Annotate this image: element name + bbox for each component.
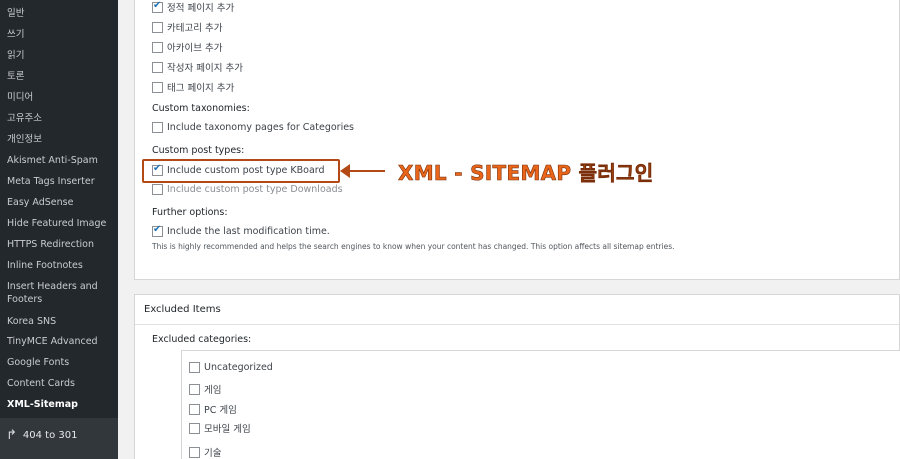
sidebar-item-content-cards[interactable]: Content Cards — [0, 378, 118, 390]
excluded-category-label: Uncategorized — [204, 362, 273, 373]
option-static-pages[interactable]: 정적 페이지 추가 — [152, 0, 234, 14]
sidebar-item-akismet[interactable]: Akismet Anti-Spam — [0, 155, 118, 167]
checkbox-excluded-mobile-game[interactable] — [189, 422, 200, 434]
custom-post-types-label: Custom post types: — [152, 145, 245, 156]
excluded-items-title: Excluded Items — [144, 304, 221, 315]
sidebar-item-hide-featured-image[interactable]: Hide Featured Image — [0, 218, 118, 230]
option-tag-pages[interactable]: 태그 페이지 추가 — [152, 80, 234, 94]
sidebar-item-xml-sitemap[interactable]: XML-Sitemap — [0, 399, 118, 411]
option-categories-label: 카테고리 추가 — [167, 23, 223, 34]
sidebar-item-permalinks[interactable]: 고유주소 — [0, 113, 118, 125]
option-categories[interactable]: 카테고리 추가 — [152, 20, 222, 34]
sidebar-item-writing[interactable]: 쓰기 — [0, 29, 118, 41]
sidebar-item-discussion[interactable]: 토론 — [0, 71, 118, 83]
checkbox-static-pages[interactable] — [152, 0, 163, 13]
custom-taxonomies-label: Custom taxonomies: — [152, 103, 250, 114]
sidebar-item-media[interactable]: 미디어 — [0, 92, 118, 104]
admin-sidebar: 일반 쓰기 읽기 토론 미디어 고유주소 개인정보 Akismet Anti-S… — [0, 0, 118, 459]
annotation-label: XML - SITEMAP 플러그인 — [398, 161, 654, 186]
option-taxonomy-categories-label: Include taxonomy pages for Categories — [167, 122, 355, 133]
option-static-pages-label: 정적 페이지 추가 — [167, 3, 235, 14]
sidebar-item-google-fonts[interactable]: Google Fonts — [0, 357, 118, 369]
option-archives-label: 아카이브 추가 — [167, 43, 223, 54]
checkbox-author-pages[interactable] — [152, 61, 163, 73]
option-author-pages-label: 작성자 페이지 추가 — [167, 63, 243, 74]
checkbox-excluded-tech[interactable] — [189, 446, 200, 458]
option-last-modification[interactable]: Include the last modification time. — [152, 224, 330, 237]
excluded-category-label: 모바일 게임 — [204, 424, 251, 435]
excluded-category-item[interactable]: 기술 — [189, 445, 221, 459]
sidebar-item-404-to-301[interactable]: ↱ 404 to 301 — [6, 428, 77, 443]
checkbox-taxonomy-categories[interactable] — [152, 122, 163, 133]
excluded-category-label: PC 게임 — [204, 405, 237, 416]
option-author-pages[interactable]: 작성자 페이지 추가 — [152, 60, 243, 74]
sidebar-item-inline-footnotes[interactable]: Inline Footnotes — [0, 260, 118, 272]
checkbox-excluded-game[interactable] — [189, 383, 200, 395]
sitemap-content-panel — [134, 0, 900, 280]
sidebar-item-korea-sns[interactable]: Korea SNS — [0, 316, 118, 328]
checkbox-archives[interactable] — [152, 41, 163, 53]
sidebar-item-https-redirection[interactable]: HTTPS Redirection — [0, 239, 118, 251]
excluded-category-item[interactable]: 모바일 게임 — [189, 421, 251, 435]
sidebar-item-insert-headers-2[interactable]: Footers — [0, 294, 118, 306]
redirect-label: 404 to 301 — [22, 430, 78, 441]
option-post-type-downloads[interactable]: Include custom post type Downloads — [152, 184, 343, 195]
sidebar-item-reading[interactable]: 읽기 — [0, 50, 118, 62]
sidebar-item-insert-headers[interactable]: Insert Headers and — [0, 281, 118, 293]
sidebar-item-meta-tags[interactable]: Meta Tags Inserter — [0, 176, 118, 188]
excluded-category-label: 게임 — [204, 385, 222, 396]
option-post-type-downloads-label: Include custom post type Downloads — [167, 184, 343, 195]
option-taxonomy-categories[interactable]: Include taxonomy pages for Categories — [152, 122, 354, 133]
excluded-categories-list[interactable] — [181, 350, 900, 459]
highlight-box — [142, 159, 340, 183]
checkbox-excluded-uncategorized[interactable] — [189, 362, 200, 373]
sidebar-item-general[interactable]: 일반 — [0, 8, 118, 20]
option-last-modification-label: Include the last modification time. — [167, 226, 330, 237]
option-archives[interactable]: 아카이브 추가 — [152, 40, 222, 54]
excluded-category-item[interactable]: Uncategorized — [189, 362, 273, 373]
checkbox-last-modification[interactable] — [152, 224, 163, 237]
redirect-arrow-icon: ↱ — [6, 428, 17, 443]
excluded-categories-label: Excluded categories: — [152, 334, 252, 345]
excluded-category-label: 기술 — [204, 448, 222, 459]
further-options-label: Further options: — [152, 207, 228, 218]
option-tag-pages-label: 태그 페이지 추가 — [167, 83, 235, 94]
checkbox-post-type-downloads[interactable] — [152, 184, 163, 195]
last-modification-hint: This is highly recommended and helps the… — [152, 242, 675, 251]
checkbox-tag-pages[interactable] — [152, 81, 163, 93]
excluded-category-item[interactable]: PC 게임 — [189, 402, 237, 416]
highlight-arrow-line — [347, 170, 385, 172]
sidebar-item-tinymce[interactable]: TinyMCE Advanced — [0, 336, 118, 348]
checkbox-excluded-pc-game[interactable] — [189, 403, 200, 415]
sidebar-item-easy-adsense[interactable]: Easy AdSense — [0, 197, 118, 209]
excluded-items-header — [135, 295, 899, 325]
excluded-category-item[interactable]: 게임 — [189, 382, 221, 396]
sidebar-item-privacy[interactable]: 개인정보 — [0, 134, 118, 146]
checkbox-categories[interactable] — [152, 21, 163, 33]
